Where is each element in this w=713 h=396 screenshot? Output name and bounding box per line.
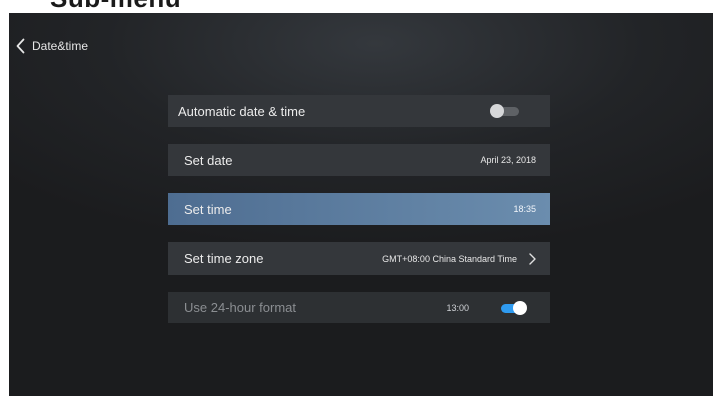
set-time-value: 18:35: [513, 204, 536, 214]
chevron-right-icon: [529, 252, 536, 265]
use-24-hour-format-value: 13:00: [446, 302, 469, 313]
set-time-zone-value: GMT+08:00 China Standard Time: [382, 253, 517, 264]
settings-screen: Date&time Automatic date & time Set date…: [9, 13, 713, 396]
use-24-hour-format-toggle[interactable]: [496, 300, 528, 315]
automatic-date-time-row[interactable]: Automatic date & time: [168, 95, 550, 127]
toggle-knob: [513, 300, 527, 315]
chevron-left-icon: [16, 38, 25, 54]
toggle-knob: [490, 104, 504, 118]
set-date-row[interactable]: Set date April 23, 2018: [168, 144, 550, 176]
set-time-zone-row[interactable]: Set time zone GMT+08:00 China Standard T…: [168, 242, 550, 275]
set-time-zone-label: Set time zone: [184, 251, 264, 266]
set-time-label: Set time: [184, 201, 232, 217]
automatic-date-time-label: Automatic date & time: [178, 103, 306, 119]
partial-title: Sub-menu: [50, 0, 181, 9]
use-24-hour-format-row[interactable]: Use 24-hour format 13:00: [168, 292, 550, 323]
set-date-value: April 23, 2018: [480, 155, 536, 165]
back-button[interactable]: Date&time: [16, 36, 88, 56]
automatic-date-time-toggle[interactable]: [490, 104, 522, 118]
set-time-row[interactable]: Set time 18:35: [168, 193, 550, 225]
use-24-hour-format-label: Use 24-hour format: [184, 300, 296, 315]
back-label: Date&time: [32, 39, 89, 53]
set-date-label: Set date: [184, 152, 233, 168]
